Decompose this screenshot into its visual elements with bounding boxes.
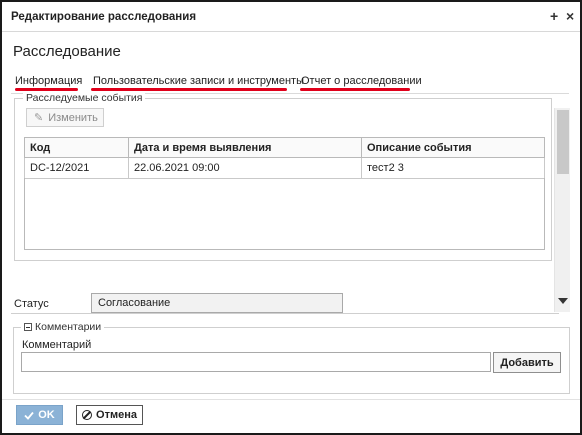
tab-user-records-tools[interactable]: Пользовательские записи и инструменты: [93, 75, 304, 87]
events-legend: Расследуемые события: [23, 92, 146, 104]
cell-description: тест2 3: [361, 157, 545, 179]
pin-icon[interactable]: +: [550, 8, 558, 24]
tab-underline-report: [300, 88, 410, 91]
cancel-icon: [82, 410, 93, 420]
comments-legend-label: Комментарии: [35, 321, 102, 333]
events-table-empty-area: [24, 178, 545, 250]
cell-code: DC-12/2021: [24, 157, 129, 179]
dialog-titlebar: Редактирование расследования + ×: [2, 2, 580, 32]
column-header-datetime[interactable]: Дата и время выявления: [128, 137, 362, 158]
tab-underline-information: [15, 88, 78, 91]
footer-divider: [2, 399, 580, 400]
ok-label: OK: [38, 409, 55, 421]
edit-events-button[interactable]: ✎ Изменить: [26, 108, 104, 127]
check-icon: [24, 411, 34, 420]
status-label: Статус: [14, 298, 49, 310]
tab-underline-user-records: [91, 88, 287, 91]
content-bottom-divider: [11, 313, 559, 314]
table-row[interactable]: DC-12/2021 22.06.2021 09:00 тест2 3: [24, 157, 545, 179]
add-comment-button[interactable]: Добавить: [493, 352, 561, 373]
comment-field-label: Комментарий: [22, 339, 92, 351]
edit-investigation-dialog: Редактирование расследования + × Расслед…: [0, 0, 582, 435]
column-header-code[interactable]: Код: [24, 137, 129, 158]
column-header-description[interactable]: Описание события: [361, 137, 545, 158]
status-field: Согласование: [91, 293, 343, 313]
tab-information[interactable]: Информация: [15, 75, 82, 87]
page-title: Расследование: [13, 43, 121, 60]
collapse-icon[interactable]: [24, 323, 32, 331]
events-table: Код Дата и время выявления Описание собы…: [24, 137, 545, 179]
cancel-button[interactable]: Отмена: [76, 405, 143, 425]
scrollbar-thumb[interactable]: [557, 110, 569, 174]
table-header-row: Код Дата и время выявления Описание собы…: [24, 137, 545, 158]
ok-button[interactable]: OK: [16, 405, 63, 425]
cell-datetime: 22.06.2021 09:00: [128, 157, 362, 179]
dialog-title: Редактирование расследования: [11, 11, 197, 23]
scroll-down-icon[interactable]: [558, 298, 568, 304]
comment-input[interactable]: [21, 352, 491, 372]
comments-legend[interactable]: Комментарии: [21, 321, 105, 333]
edit-events-label: Изменить: [48, 111, 98, 124]
tab-investigation-report[interactable]: Отчет о расследовании: [301, 75, 422, 87]
close-icon[interactable]: ×: [566, 8, 574, 24]
content-scrollbar[interactable]: [554, 108, 570, 312]
pencil-icon: ✎: [34, 112, 44, 124]
cancel-label: Отмена: [96, 409, 137, 421]
